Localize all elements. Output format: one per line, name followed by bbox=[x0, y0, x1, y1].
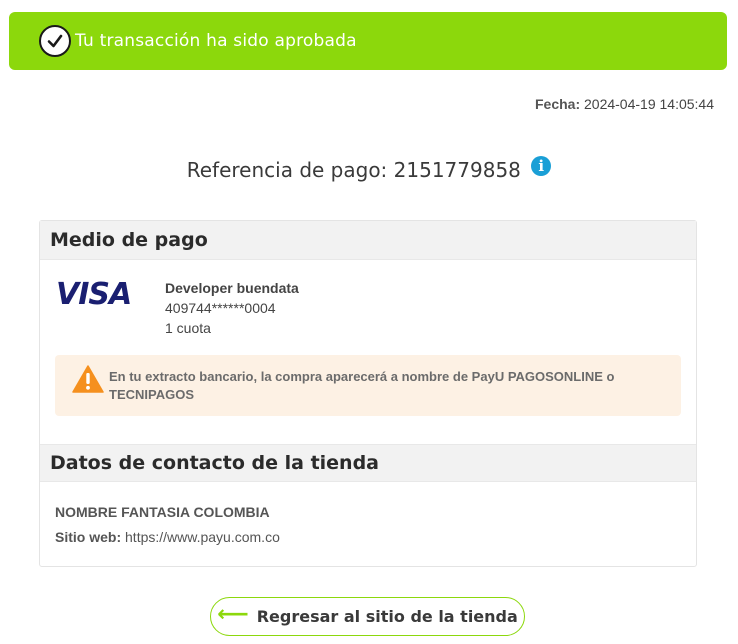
payment-method-heading: Medio de pago bbox=[40, 221, 696, 260]
warning-icon bbox=[72, 365, 104, 393]
statement-warning: En tu extracto bancario, la compra apare… bbox=[55, 355, 681, 416]
store-name: NOMBRE FANTASIA COLOMBIA bbox=[55, 504, 270, 520]
back-button-label: Regresar al sitio de la tienda bbox=[256, 607, 518, 626]
back-to-store-button[interactable]: ⟵ Regresar al sitio de la tienda bbox=[210, 597, 525, 636]
reference-text: Referencia de pago: 2151779858 bbox=[186, 158, 521, 182]
warning-text: En tu extracto bancario, la compra apare… bbox=[109, 368, 615, 402]
installments: 1 cuota bbox=[165, 320, 211, 336]
date-label: Fecha: bbox=[534, 96, 581, 112]
transaction-date: Fecha: 2024-04-19 14:05:44 bbox=[535, 96, 714, 112]
payment-details-card: Medio de pago VISA Developer buendata 40… bbox=[39, 220, 697, 567]
approval-title: Tu transacción ha sido aprobada bbox=[75, 31, 357, 51]
check-circle-icon bbox=[39, 25, 71, 57]
card-holder: Developer buendata bbox=[165, 280, 299, 296]
date-value: 2024-04-19 14:05:44 bbox=[584, 96, 714, 112]
store-website: Sitio web: https://www.payu.com.co bbox=[55, 529, 280, 545]
card-info: Developer buendata 409744******0004 1 cu… bbox=[165, 278, 299, 338]
website-label: Sitio web: bbox=[55, 529, 122, 545]
arrow-left-icon: ⟵ bbox=[217, 601, 249, 627]
payment-reference: Referencia de pago: 2151779858 i bbox=[0, 156, 738, 182]
website-value: https://www.payu.com.co bbox=[125, 529, 280, 545]
card-number: 409744******0004 bbox=[165, 300, 276, 316]
approval-banner: Tu transacción ha sido aprobada bbox=[9, 12, 727, 70]
info-icon[interactable]: i bbox=[531, 156, 552, 176]
visa-logo: VISA bbox=[56, 277, 132, 312]
store-contact-heading: Datos de contacto de la tienda bbox=[40, 444, 696, 482]
